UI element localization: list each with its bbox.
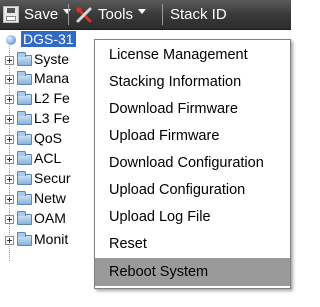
tree-item-label: L3 Fe (34, 110, 70, 126)
folder-icon (17, 171, 32, 185)
folder-icon (17, 111, 32, 125)
menu-item-upload-firmware[interactable]: Upload Firmware (95, 123, 290, 148)
tree-item-acl[interactable]: ACL (0, 150, 94, 168)
tools-button[interactable]: Tools (75, 0, 147, 29)
tree-item-qos[interactable]: QoS (0, 130, 94, 148)
expand-plus-icon[interactable] (5, 135, 14, 144)
switch-device-icon (6, 35, 16, 45)
tree-item-label: ACL (34, 150, 62, 166)
menu-item-upload-configuration[interactable]: Upload Configuration (95, 177, 290, 202)
tree-item-security[interactable]: Secur (0, 170, 94, 188)
tree-item-oam[interactable]: OAM (0, 210, 94, 228)
expand-plus-icon[interactable] (5, 56, 14, 65)
expand-plus-icon[interactable] (5, 155, 14, 164)
folder-icon (17, 232, 32, 246)
expand-plus-icon[interactable] (5, 236, 14, 245)
menu-item-download-configuration[interactable]: Download Configuration (95, 150, 290, 175)
expand-plus-icon[interactable] (5, 215, 14, 224)
folder-icon (17, 151, 32, 165)
tree-item-label: Secur (34, 170, 71, 186)
stack-id-label: Stack ID (170, 6, 227, 23)
tree-item-label: L2 Fe (34, 90, 70, 106)
tree-root-label: DGS-31 (21, 31, 76, 47)
expand-plus-icon[interactable] (5, 95, 14, 104)
tree-item-label: Monit (34, 231, 69, 247)
tools-icon (76, 7, 92, 22)
toolbar-separator (162, 4, 163, 25)
tools-label: Tools (98, 6, 134, 23)
tree-item-label: QoS (34, 130, 63, 146)
tree-item-label: Mana (34, 70, 70, 86)
save-button[interactable]: Save (3, 0, 72, 29)
menu-item-stacking-information[interactable]: Stacking Information (95, 69, 290, 94)
tree-item-system[interactable]: Syste (0, 51, 94, 69)
floppy-disk-icon (3, 6, 19, 23)
stack-id-button[interactable]: Stack ID (170, 0, 227, 29)
chevron-down-icon (138, 9, 147, 14)
expand-plus-icon[interactable] (5, 175, 14, 184)
folder-icon (17, 71, 32, 85)
menu-item-upload-log-file[interactable]: Upload Log File (95, 204, 290, 229)
expand-plus-icon[interactable] (5, 75, 14, 84)
expand-plus-icon[interactable] (5, 195, 14, 204)
toolbar-separator (68, 4, 69, 25)
tree-root[interactable]: DGS-31 (0, 31, 100, 49)
tree-item-management[interactable]: Mana (0, 70, 94, 88)
tree-item-label: Netw (34, 190, 66, 206)
folder-icon (17, 131, 32, 145)
toolbar: Save Tools Stack ID (0, 0, 291, 30)
tools-dropdown-menu: License Management Stacking Information … (94, 39, 291, 289)
tree-item-l3-features[interactable]: L3 Fe (0, 110, 94, 128)
menu-item-license-management[interactable]: License Management (95, 42, 290, 67)
folder-icon (17, 91, 32, 105)
menu-item-reset[interactable]: Reset (95, 231, 290, 256)
tree-item-label: OAM (34, 210, 66, 226)
menu-item-reboot-system[interactable]: Reboot System (95, 258, 290, 286)
folder-icon (17, 191, 32, 205)
expand-plus-icon[interactable] (5, 115, 14, 124)
tree-item-l2-features[interactable]: L2 Fe (0, 90, 94, 108)
save-label: Save (24, 6, 59, 23)
tree-item-network[interactable]: Netw (0, 190, 94, 208)
menu-item-download-firmware[interactable]: Download Firmware (95, 96, 290, 121)
folder-icon (17, 52, 32, 66)
tree-item-monitoring[interactable]: Monit (0, 231, 94, 249)
folder-icon (17, 211, 32, 225)
tree-item-label: Syste (34, 51, 70, 67)
